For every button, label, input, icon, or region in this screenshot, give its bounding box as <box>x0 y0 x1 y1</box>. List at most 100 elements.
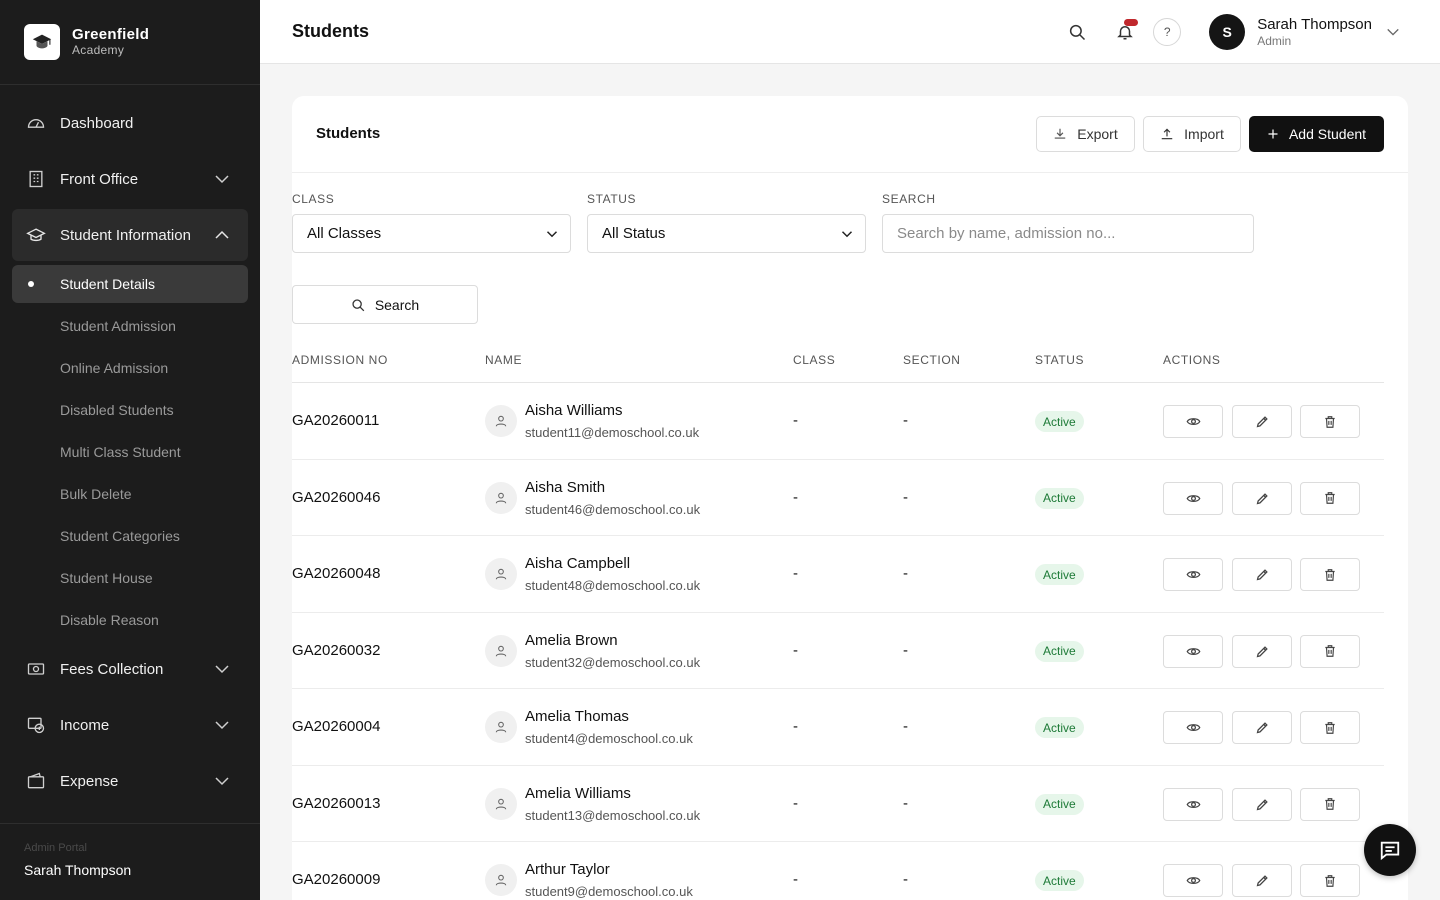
edit-button[interactable] <box>1232 481 1292 515</box>
delete-button[interactable] <box>1300 634 1360 668</box>
brand[interactable]: Greenfield Academy <box>0 0 260 85</box>
wallet-icon <box>24 769 48 793</box>
submenu-item-student-house[interactable]: Student House <box>12 559 248 597</box>
sidebar-nav: Dashboard Front Office Student Informati… <box>0 85 260 823</box>
chevron-down-icon <box>215 777 229 786</box>
status-badge: Active <box>1035 870 1084 891</box>
brand-subtitle: Academy <box>72 43 125 57</box>
delete-button[interactable] <box>1300 787 1360 821</box>
students-table: ADMISSION NO NAME CLASS SECTION STATUS A… <box>292 344 1384 900</box>
submenu-item-online-admission[interactable]: Online Admission <box>12 349 248 387</box>
submenu-item-label: Student Details <box>60 276 155 292</box>
submenu-item-disabled-students[interactable]: Disabled Students <box>12 391 248 429</box>
status-filter-label: STATUS <box>587 192 637 206</box>
user-menu[interactable]: S Sarah Thompson Admin <box>1209 14 1400 50</box>
column-header-name: NAME <box>485 353 523 367</box>
building-icon <box>24 167 48 191</box>
submenu-item-student-categories[interactable]: Student Categories <box>12 517 248 555</box>
chevron-up-icon <box>215 230 229 239</box>
view-button[interactable] <box>1163 864 1223 897</box>
table-row: GA20260009 Arthur Taylor student9@demoscho… <box>292 842 1384 900</box>
status-badge: Active <box>1035 564 1084 585</box>
edit-button[interactable] <box>1232 787 1292 821</box>
students-card: Students Export Import Add Student CLASS… <box>292 96 1408 900</box>
edit-button[interactable] <box>1232 864 1292 897</box>
student-section: - <box>903 641 908 659</box>
student-name[interactable]: Amelia Williams <box>525 785 631 802</box>
export-button[interactable]: Export <box>1036 116 1135 152</box>
admission-no: GA20260013 <box>292 794 381 812</box>
trash-icon <box>1323 568 1337 582</box>
view-button[interactable] <box>1163 481 1223 515</box>
table-row: GA20260046 Aisha Smith student46@demoschoo… <box>292 460 1384 536</box>
edit-button[interactable] <box>1232 634 1292 668</box>
sidebar-item-label: Fees Collection <box>60 660 164 678</box>
search-icon <box>352 298 365 311</box>
income-icon <box>24 713 48 737</box>
sidebar-item-fees-collection[interactable]: Fees Collection <box>12 643 248 695</box>
add-student-button[interactable]: Add Student <box>1249 116 1384 152</box>
submenu-item-student-details[interactable]: Student Details <box>12 265 248 303</box>
student-name[interactable]: Aisha Smith <box>525 479 605 496</box>
submenu-item-bulk-delete[interactable]: Bulk Delete <box>12 475 248 513</box>
status-badge: Active <box>1035 487 1084 509</box>
sidebar-item-income[interactable]: Income <box>12 699 248 751</box>
view-button[interactable] <box>1163 787 1223 821</box>
student-section: - <box>903 488 908 506</box>
search-input[interactable] <box>882 214 1254 253</box>
table-body: GA20260011 Aisha Williams student11@demosc… <box>292 383 1384 900</box>
student-class: - <box>793 488 798 506</box>
submenu-item-multi-class-student[interactable]: Multi Class Student <box>12 433 248 471</box>
delete-button[interactable] <box>1300 864 1360 897</box>
status-select[interactable]: All Status <box>587 214 866 253</box>
chevron-down-icon <box>215 721 229 730</box>
edit-button[interactable] <box>1232 558 1292 591</box>
edit-button[interactable] <box>1232 405 1292 438</box>
search-button-label: Search <box>374 296 420 313</box>
pencil-icon <box>1255 797 1270 812</box>
submenu-item-disable-reason[interactable]: Disable Reason <box>12 601 248 639</box>
export-label: Export <box>1077 126 1118 142</box>
table-row: GA20260013 Amelia Williams student13@demos… <box>292 766 1384 842</box>
student-class: - <box>793 641 798 659</box>
help-button[interactable]: ? <box>1153 18 1182 46</box>
eye-icon <box>1186 797 1201 812</box>
view-button[interactable] <box>1163 558 1223 591</box>
import-button[interactable]: Import <box>1143 116 1241 152</box>
column-header-section: SECTION <box>903 353 961 367</box>
sidebar-item-dashboard[interactable]: Dashboard <box>12 97 248 149</box>
sidebar-item-front-office[interactable]: Front Office <box>12 153 248 205</box>
search-icon[interactable] <box>1063 18 1091 46</box>
edit-button[interactable] <box>1232 711 1292 744</box>
view-button[interactable] <box>1163 634 1223 668</box>
sidebar-item-student-information[interactable]: Student Information <box>12 209 248 261</box>
sidebar-item-expense[interactable]: Expense <box>12 755 248 807</box>
sidebar-item-label: Student Information <box>60 226 191 244</box>
notification-bell-icon[interactable] <box>1111 18 1139 46</box>
student-name[interactable]: Amelia Thomas <box>525 708 629 725</box>
submenu-item-label: Bulk Delete <box>60 486 132 502</box>
delete-button[interactable] <box>1300 405 1360 438</box>
delete-button[interactable] <box>1300 558 1360 591</box>
eye-icon <box>1186 414 1201 429</box>
pencil-icon <box>1255 644 1270 659</box>
student-name[interactable]: Aisha Williams <box>525 402 623 419</box>
delete-button[interactable] <box>1300 481 1360 515</box>
view-button[interactable] <box>1163 405 1223 438</box>
chat-button[interactable] <box>1364 824 1416 876</box>
delete-button[interactable] <box>1300 711 1360 744</box>
search-button[interactable]: Search <box>292 285 478 324</box>
chat-icon <box>1380 841 1400 861</box>
status-badge: Active <box>1035 793 1084 815</box>
view-button[interactable] <box>1163 711 1223 744</box>
submenu-item-student-admission[interactable]: Student Admission <box>12 307 248 345</box>
column-header-actions: ACTIONS <box>1163 353 1221 367</box>
chevron-down-icon <box>215 175 229 184</box>
student-name[interactable]: Arthur Taylor <box>525 861 610 878</box>
sidebar-item-label: Dashboard <box>60 114 134 132</box>
student-name[interactable]: Amelia Brown <box>525 632 618 649</box>
class-select[interactable]: All Classes <box>292 214 571 253</box>
student-name[interactable]: Aisha Campbell <box>525 555 630 572</box>
status-badge: Active <box>1035 717 1084 738</box>
admission-no: GA20260032 <box>292 641 381 659</box>
